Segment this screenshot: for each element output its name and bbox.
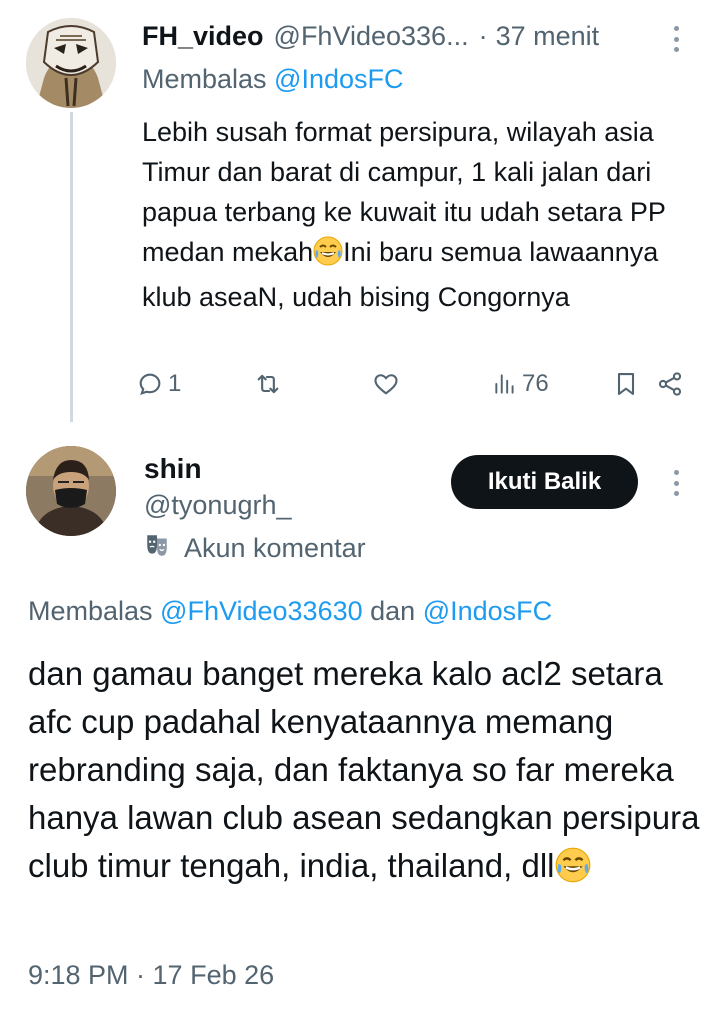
replying-to-conjunction: dan — [362, 596, 423, 626]
thread-connector-line — [70, 112, 73, 422]
tweet-text-part: dan gamau banget mereka kalo acl2 setara… — [28, 655, 700, 884]
replying-to-label: Membalas — [142, 64, 275, 94]
share-icon — [656, 370, 684, 398]
retweet-button[interactable] — [254, 366, 282, 402]
bookmark-button[interactable] — [612, 366, 640, 402]
parent-tweet-header: FH_video @FhVideo336... · 37 menit — [142, 18, 682, 54]
replying-to: Membalas @FhVideo33630 dan @IndosFC — [28, 596, 552, 627]
reply-button[interactable]: 1 — [136, 366, 181, 402]
more-vertical-icon[interactable] — [666, 466, 686, 500]
account-label-text: Akun komentar — [184, 532, 366, 563]
laughing-emoji-icon — [555, 847, 591, 896]
reply-icon — [136, 370, 164, 398]
reply-count: 1 — [168, 370, 182, 397]
bookmark-icon — [612, 370, 640, 398]
laughing-emoji-icon — [313, 236, 343, 277]
tweet-time[interactable]: 37 menit — [496, 21, 600, 52]
retweet-icon — [254, 370, 282, 398]
tweet-timestamp[interactable]: 9:18 PM · 17 Feb 26 — [28, 960, 274, 991]
reply-tweet-text: dan gamau banget mereka kalo acl2 setara… — [28, 650, 708, 896]
views-button[interactable]: 76 — [492, 366, 549, 402]
mention-link[interactable]: @IndosFC — [423, 596, 552, 626]
author-name[interactable]: FH_video — [142, 21, 264, 52]
parody-mask-icon — [144, 532, 170, 565]
tweet-actions-bar: 1 76 — [136, 366, 696, 402]
author-handle[interactable]: @FhVideo336... — [274, 21, 469, 52]
replying-to: Membalas @IndosFC — [142, 64, 404, 95]
mention-link[interactable]: @FhVideo33630 — [160, 596, 363, 626]
follow-back-button[interactable]: Ikuti Balik — [451, 455, 638, 509]
account-label: Akun komentar — [144, 530, 366, 566]
parent-tweet-text: Lebih susah format persipura, wilayah as… — [142, 112, 702, 317]
like-icon — [372, 370, 400, 398]
views-count: 76 — [522, 370, 549, 397]
replying-to-label: Membalas — [28, 596, 161, 626]
more-vertical-icon[interactable] — [666, 22, 686, 56]
share-button[interactable] — [656, 366, 684, 402]
like-button[interactable] — [372, 366, 400, 402]
views-icon — [492, 370, 518, 398]
author-name[interactable]: shin — [144, 453, 202, 485]
mention-link[interactable]: @IndosFC — [274, 64, 403, 94]
separator-dot: · — [478, 20, 488, 51]
avatar[interactable] — [26, 446, 116, 536]
avatar[interactable] — [26, 18, 116, 108]
author-handle[interactable]: @tyonugrh_ — [144, 490, 292, 521]
